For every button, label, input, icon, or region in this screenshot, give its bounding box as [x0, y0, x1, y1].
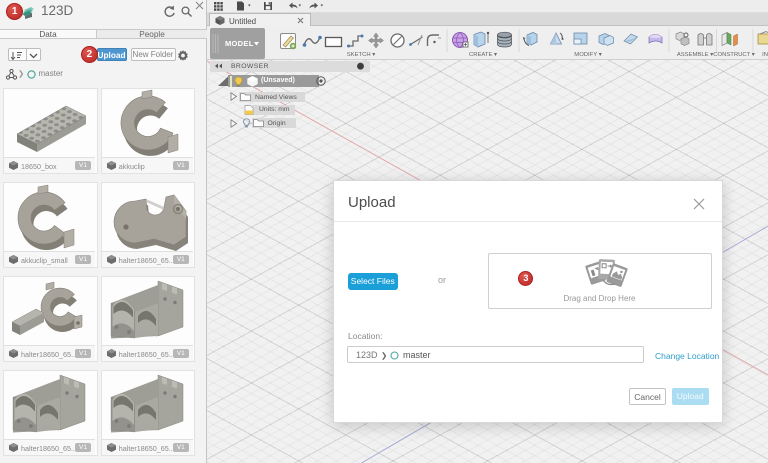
svg-text:SKETCH ▾: SKETCH ▾: [347, 52, 376, 58]
svg-text:ASSEMBLE ▾: ASSEMBLE ▾: [677, 52, 713, 58]
svg-text:INS: INS: [762, 52, 768, 58]
svg-text:MODIFY ▾: MODIFY ▾: [574, 52, 601, 58]
svg-text:CREATE ▾: CREATE ▾: [469, 52, 497, 58]
svg-text:CONSTRUCT ▾: CONSTRUCT ▾: [713, 52, 755, 58]
